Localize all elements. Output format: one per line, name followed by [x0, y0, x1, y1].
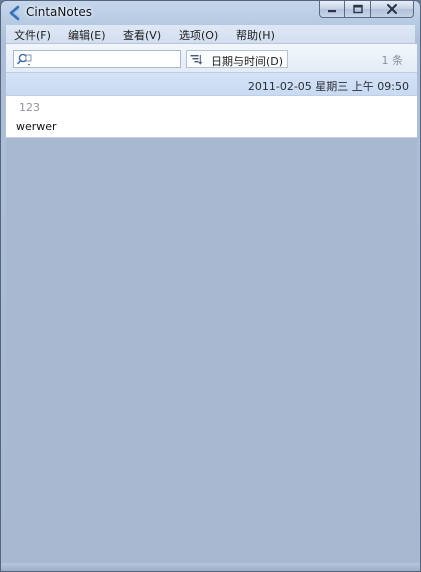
menu-file[interactable]: 文件(F) [14, 27, 51, 43]
empty-list-area[interactable] [6, 138, 417, 563]
note-item[interactable]: 2011-02-05 星期三 上午 09:50 123 werwer [6, 73, 417, 138]
menu-view[interactable]: 查看(V) [123, 27, 161, 43]
note-header[interactable]: 2011-02-05 星期三 上午 09:50 [6, 73, 417, 96]
cintanotes-logo-icon [9, 5, 20, 21]
maximize-icon [352, 4, 363, 14]
menu-help[interactable]: 帮助(H) [236, 27, 275, 43]
maximize-button[interactable] [345, 1, 371, 18]
title-bar[interactable]: CintaNotes [1, 1, 420, 25]
sort-label: 日期与时间(D) [211, 55, 284, 68]
window-controls [319, 1, 414, 18]
toolbar: 日期与时间(D) 1 条 [6, 44, 417, 73]
note-list: 2011-02-05 星期三 上午 09:50 123 werwer [6, 73, 417, 138]
sort-icon [190, 55, 202, 65]
note-title: 123 [19, 101, 40, 114]
search-icon[interactable] [17, 53, 33, 67]
minimize-icon [328, 10, 336, 13]
search-input[interactable] [36, 52, 176, 66]
note-count: 1 条 [381, 54, 404, 67]
sort-button[interactable]: 日期与时间(D) [186, 50, 288, 68]
close-icon [387, 4, 397, 14]
minimize-button[interactable] [319, 1, 345, 18]
search-box[interactable] [13, 50, 181, 68]
menu-edit[interactable]: 编辑(E) [68, 27, 106, 43]
menu-options[interactable]: 选项(O) [179, 27, 218, 43]
app-window: CintaNotes 文件(F) 编辑(E) 查看(V) 选项(O) 帮助(H)… [0, 0, 421, 572]
close-button[interactable] [371, 1, 414, 18]
window-bottom-border [1, 563, 420, 571]
note-body[interactable]: 123 werwer [6, 96, 417, 138]
note-date: 2011-02-05 星期三 上午 09:50 [247, 80, 409, 93]
note-text: werwer [16, 120, 57, 133]
menu-bar: 文件(F) 编辑(E) 查看(V) 选项(O) 帮助(H) [6, 25, 415, 44]
window-title: CintaNotes [26, 5, 93, 19]
